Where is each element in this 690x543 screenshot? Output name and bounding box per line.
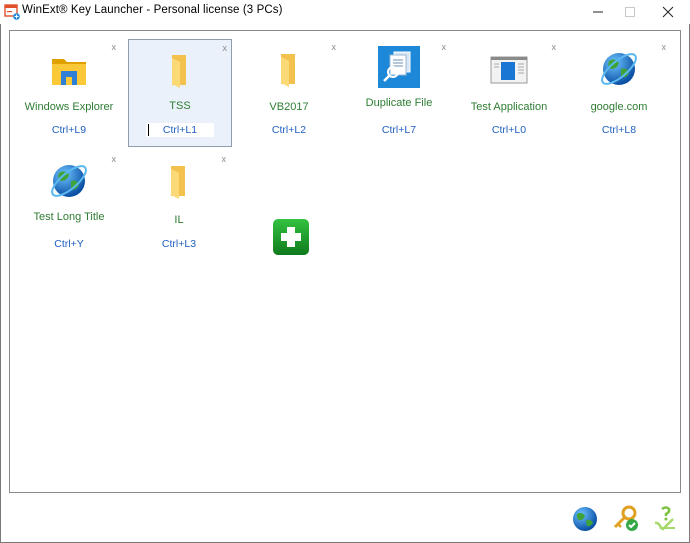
maximize-button[interactable]: [612, 0, 648, 24]
close-button[interactable]: [650, 0, 686, 24]
help-icon: [654, 506, 675, 531]
minimize-icon: [593, 11, 603, 13]
add-plus-icon: [273, 219, 309, 255]
tile-hotkey: Ctrl+Y: [54, 238, 84, 250]
tile-il[interactable]: x IL Ctrl+L3: [128, 151, 230, 257]
license-button[interactable]: [612, 505, 640, 533]
tile-tss[interactable]: x TSS Ctrl+L1: [128, 39, 232, 147]
tile-hotkey: Ctrl+L8: [601, 124, 637, 136]
add-shortcut-button[interactable]: [272, 218, 310, 256]
tile-title: IL: [174, 214, 184, 226]
tile-hotkey: Ctrl+L3: [161, 238, 197, 250]
window-title: WinExt® Key Launcher - Personal license …: [22, 4, 283, 16]
globe-icon: [573, 507, 597, 531]
folder-icon: [281, 54, 295, 87]
tile-title: Test Long Title: [33, 211, 105, 223]
tile-close-button[interactable]: x: [552, 42, 557, 52]
hotkey-input[interactable]: Ctrl+L1: [146, 123, 214, 137]
tile-test-long-title[interactable]: x Test Long Title Ctrl+Y: [18, 151, 120, 257]
tile-title: VB2017: [269, 101, 309, 113]
folder-icon: [172, 55, 186, 88]
tile-title: Duplicate File: [365, 97, 433, 109]
folder-icon: [171, 166, 185, 199]
tile-close-button[interactable]: x: [223, 43, 228, 53]
tile-title: TSS: [169, 100, 191, 112]
tile-close-button[interactable]: x: [332, 42, 337, 52]
tile-hotkey: Ctrl+L0: [491, 124, 527, 136]
tile-duplicate-file[interactable]: x Duplicate File Ctrl+L7: [348, 39, 450, 145]
title-bar: WinExt® Key Launcher - Personal license …: [0, 0, 690, 24]
application-window-icon: [490, 56, 528, 84]
tile-close-button[interactable]: x: [222, 154, 227, 164]
close-icon: [662, 6, 674, 18]
tile-windows-explorer[interactable]: x Windows Explorer Ctrl+L9: [18, 39, 120, 145]
key-check-icon: [613, 505, 638, 531]
tile-title: google.com: [590, 101, 648, 113]
tile-close-button[interactable]: x: [442, 42, 447, 52]
tile-title: Windows Explorer: [24, 101, 114, 113]
tile-hotkey: Ctrl+L2: [271, 124, 307, 136]
help-button[interactable]: [652, 505, 680, 533]
website-button[interactable]: [571, 505, 599, 533]
tile-close-button[interactable]: x: [112, 42, 117, 52]
tile-title: Test Application: [470, 101, 548, 113]
app-icon: [4, 4, 20, 20]
globe-icon: [601, 53, 637, 85]
tile-hotkey: Ctrl+L7: [381, 124, 417, 136]
minimize-button[interactable]: [580, 0, 616, 24]
tile-test-application[interactable]: x Test Application Ctrl+L0: [458, 39, 560, 145]
tile-hotkey: Ctrl+L9: [51, 124, 87, 136]
maximize-icon: [625, 7, 635, 17]
hotkey-input-value: Ctrl+L1: [162, 124, 198, 136]
globe-icon: [51, 165, 87, 197]
text-caret: [148, 124, 149, 136]
windows-explorer-icon: [52, 59, 86, 85]
duplicate-file-icon: [378, 46, 420, 88]
tile-vb2017[interactable]: x VB2017 Ctrl+L2: [238, 39, 340, 145]
tile-close-button[interactable]: x: [112, 154, 117, 164]
tile-google-com[interactable]: x google.com Ctrl+L8: [568, 39, 670, 145]
launcher-grid: x Windows Explorer Ctrl+L9 x TSS Ctrl+L1…: [9, 30, 681, 493]
tile-close-button[interactable]: x: [662, 42, 667, 52]
